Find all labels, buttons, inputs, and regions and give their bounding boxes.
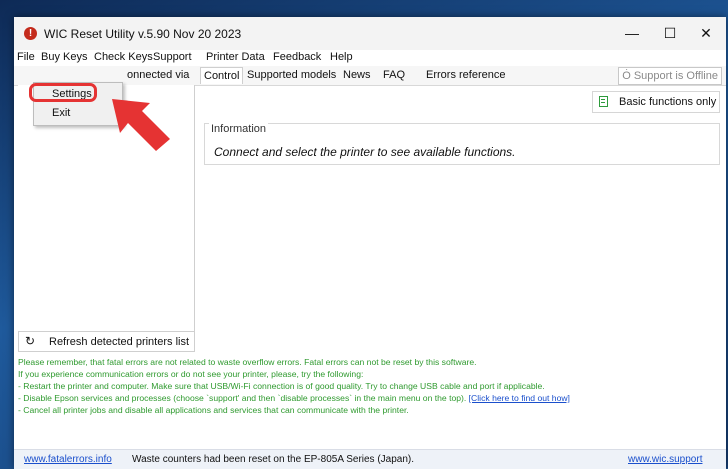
list-icon (599, 96, 608, 107)
note-line: - Restart the printer and computer. Make… (18, 381, 545, 391)
red-arrow-annotation (112, 99, 170, 151)
support-status-button[interactable]: Ȯ Support is Offline (618, 67, 722, 85)
menu-printer-data[interactable]: Printer Data (206, 51, 265, 63)
support-status-icon: Ȯ (622, 70, 631, 82)
tab-control[interactable]: Control (200, 67, 244, 84)
menu-item-exit[interactable]: Exit (34, 105, 122, 122)
fatalerrors-link[interactable]: www.fatalerrors.info (24, 454, 112, 465)
information-message: Connect and select the printer to see av… (214, 145, 516, 159)
left-panel-header: onnected via (127, 69, 190, 81)
information-legend: Information (209, 123, 269, 135)
menu-item-label: Exit (52, 107, 71, 119)
status-bar: www.fatalerrors.info Waste counters had … (14, 449, 726, 469)
note-line: - Cancel all printer jobs and disable al… (18, 405, 409, 415)
tab-news[interactable]: News (343, 69, 371, 81)
basic-functions-label: Basic functions only (619, 96, 717, 108)
settings-highlight-outline (29, 83, 97, 102)
basic-functions-button[interactable]: Basic functions only (592, 91, 720, 113)
menu-feedback[interactable]: Feedback (273, 51, 321, 63)
menu-help[interactable]: Help (330, 51, 353, 63)
wic-support-link[interactable]: www.wic.support (628, 454, 702, 465)
window-title: WIC Reset Utility v.5.90 Nov 20 2023 (44, 27, 242, 41)
menu-buy-keys[interactable]: Buy Keys (41, 51, 87, 63)
menu-check-keys[interactable]: Check Keys (94, 51, 153, 63)
refresh-label: Refresh detected printers list (49, 336, 190, 348)
status-message: Waste counters had been reset on the EP-… (132, 454, 415, 465)
title-bar: ! WIC Reset Utility v.5.90 Nov 20 2023 —… (14, 17, 726, 50)
information-group: Information Connect and select the print… (204, 123, 720, 165)
tab-supported-models[interactable]: Supported models (247, 69, 336, 81)
menu-support[interactable]: Support (153, 51, 192, 63)
menu-bar: File Buy Keys Check Keys Support Printer… (14, 50, 726, 66)
notes-panel: Please remember, that fatal errors are n… (18, 356, 724, 449)
note-line: If you experience communication errors o… (18, 369, 364, 379)
minimize-button[interactable]: — (612, 17, 652, 50)
maximize-button[interactable]: ☐ (650, 17, 690, 50)
support-status-label: Support is Offline (633, 70, 718, 82)
refresh-icon: ↻ (25, 334, 36, 348)
menu-file[interactable]: File (17, 51, 35, 63)
note-line: Please remember, that fatal errors are n… (18, 357, 477, 367)
tab-errors-reference[interactable]: Errors reference (426, 69, 505, 81)
help-link[interactable]: [Click here to find out how] (469, 393, 570, 403)
close-button[interactable]: ✕ (686, 17, 726, 50)
note-text: - Disable Epson services and processes (… (18, 393, 467, 403)
refresh-printers-button[interactable]: ↻ Refresh detected printers list (18, 331, 195, 352)
note-line: - Disable Epson services and processes (… (18, 392, 724, 404)
tab-faq[interactable]: FAQ (383, 69, 405, 81)
app-window: ! WIC Reset Utility v.5.90 Nov 20 2023 —… (14, 17, 726, 469)
app-icon: ! (24, 27, 37, 40)
